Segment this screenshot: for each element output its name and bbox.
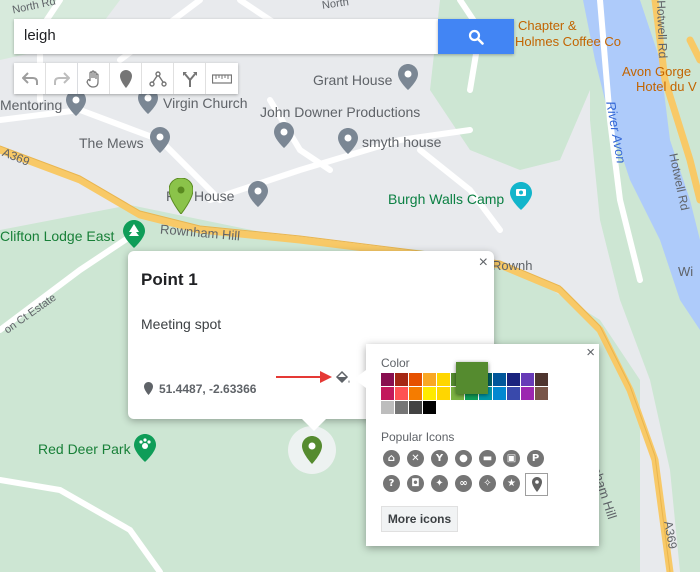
color-swatch[interactable]: [381, 387, 394, 400]
color-swatch[interactable]: [423, 401, 436, 414]
more-icons-button[interactable]: More icons: [381, 506, 458, 532]
poi-label: Virgin Church: [163, 95, 248, 111]
star-icon[interactable]: ★: [503, 475, 520, 492]
color-swatch[interactable]: [395, 373, 408, 386]
popular-icons-label: Popular Icons: [381, 430, 455, 444]
directions-button[interactable]: [174, 63, 206, 94]
pin-icon[interactable]: [525, 473, 548, 496]
color-swatch[interactable]: [395, 387, 408, 400]
card-close-button[interactable]: ×: [479, 254, 488, 272]
select-hand-button[interactable]: [78, 63, 110, 94]
road-label: Rownham Hill: [492, 258, 532, 273]
poi-label: smyth house: [362, 134, 442, 150]
tree-pin-icon[interactable]: [123, 220, 145, 248]
draw-line-icon: [148, 70, 167, 87]
card-title: Point 1: [141, 270, 198, 289]
poi-label: Mentoring: [0, 97, 63, 113]
color-swatch[interactable]: [423, 387, 436, 400]
directions-icon: [182, 71, 197, 87]
color-swatch[interactable]: [535, 387, 548, 400]
selected-color-swatch[interactable]: [456, 362, 488, 394]
undo-button[interactable]: [14, 63, 46, 94]
color-swatch[interactable]: [437, 373, 450, 386]
poi-label: John Downer Productions: [260, 104, 421, 120]
poi-label: Red Deer Park: [38, 441, 131, 457]
color-swatch[interactable]: [521, 373, 534, 386]
walking-icon[interactable]: ✦: [431, 475, 448, 492]
search-icon: [468, 29, 484, 45]
draw-line-button[interactable]: [142, 63, 174, 94]
palette-pointer: [354, 370, 366, 388]
camera-pin-icon[interactable]: [510, 182, 532, 210]
color-swatch[interactable]: [395, 401, 408, 414]
cycling-icon[interactable]: ∞: [455, 475, 472, 492]
parking-icon[interactable]: P: [527, 450, 544, 467]
undo-icon: [21, 71, 38, 85]
home-icon[interactable]: ⌂: [383, 450, 400, 467]
map-toolbar: [14, 63, 238, 94]
search-box[interactable]: leigh: [14, 19, 438, 54]
help-icon[interactable]: ?: [383, 475, 400, 492]
color-swatch[interactable]: [409, 387, 422, 400]
pet-icon[interactable]: ●: [455, 450, 472, 467]
poi-label: Hotel du V: [636, 79, 697, 94]
hotel-icon[interactable]: ▬: [479, 450, 496, 467]
the-mews-pin-icon[interactable]: [150, 127, 170, 153]
paint-bucket-icon[interactable]: [335, 370, 353, 386]
color-swatch[interactable]: [521, 387, 534, 400]
road-label: Wi: [678, 264, 694, 279]
style-palette: × Color Popular Icons ⌂ ✕ Y ● ▬ ▣ P? ◘ ✦ ∞ ✧ ★ More…: [354, 344, 599, 546]
color-swatch[interactable]: [381, 401, 394, 414]
red-arrow-annotation: [276, 371, 332, 383]
redo-icon: [53, 71, 70, 85]
poi-label: Grant House: [313, 72, 393, 88]
park-pin-icon[interactable]: [134, 434, 156, 462]
color-swatch[interactable]: [381, 373, 394, 386]
color-swatch[interactable]: [409, 401, 422, 414]
lime-marker-icon[interactable]: [169, 178, 193, 214]
poi-label: Clifton Lodge East: [0, 228, 115, 244]
ruler-icon: [212, 73, 232, 84]
selected-marker-icon[interactable]: [288, 426, 336, 474]
color-swatch[interactable]: [493, 387, 506, 400]
add-marker-button[interactable]: [110, 63, 142, 94]
measure-button[interactable]: [206, 63, 238, 94]
palette-close-button[interactable]: ×: [586, 344, 595, 361]
hand-icon: [85, 69, 99, 88]
color-swatch[interactable]: [423, 373, 436, 386]
color-swatch[interactable]: [493, 373, 506, 386]
poi-label: Holmes Coffee Co: [515, 34, 621, 49]
road-label: Hotwell Rd: [654, 0, 671, 59]
camera-icon[interactable]: ◘: [407, 475, 424, 492]
search-input[interactable]: leigh: [24, 27, 56, 44]
redo-button[interactable]: [46, 63, 78, 94]
grant-house-pin-icon[interactable]: [398, 64, 418, 90]
color-swatch[interactable]: [507, 387, 520, 400]
shopping-icon[interactable]: ▣: [503, 450, 520, 467]
card-description: Meeting spot: [141, 316, 222, 332]
bar-icon[interactable]: Y: [431, 450, 448, 467]
poi-label: Avon Gorge: [622, 64, 692, 79]
color-label: Color: [381, 356, 410, 370]
running-icon[interactable]: ✧: [479, 475, 496, 492]
location-pin-icon: [144, 382, 153, 395]
color-swatch[interactable]: [437, 387, 450, 400]
color-swatch[interactable]: [507, 373, 520, 386]
poi-label: The Mews: [79, 135, 144, 151]
restaurant-icon[interactable]: ✕: [407, 450, 424, 467]
color-swatch[interactable]: [535, 373, 548, 386]
card-pointer: [302, 419, 326, 431]
fire-house-pin-icon[interactable]: [248, 181, 268, 207]
color-swatch[interactable]: [409, 373, 422, 386]
poi-label: Chapter &: [518, 18, 577, 33]
coordinates: 51.4487, -2.63366: [159, 382, 257, 396]
marker-icon: [119, 69, 132, 88]
search-button[interactable]: [438, 19, 514, 54]
smyth-house-pin-icon[interactable]: [338, 128, 358, 154]
poi-label: Burgh Walls Camp: [388, 191, 505, 207]
john-downer-pin-icon[interactable]: [274, 122, 294, 148]
